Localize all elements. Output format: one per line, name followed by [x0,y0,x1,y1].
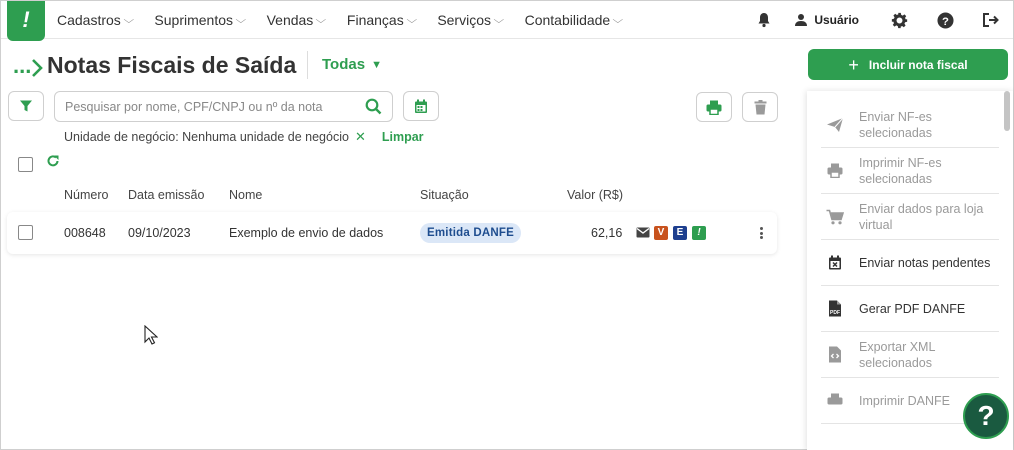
action-label: Enviar dados para loja virtual [859,201,984,232]
active-filter-bar: Unidade de negócio: Nenhuma unidade de n… [64,129,424,145]
floating-help-button[interactable]: ? [963,393,1009,439]
action-export-xml[interactable]: Exportar XML selecionados [821,332,999,378]
search-input[interactable] [65,98,355,116]
print-button[interactable] [696,92,732,122]
refresh-icon[interactable] [46,154,60,173]
dropdown-label: Todas [322,56,366,73]
clear-filters-link[interactable]: Limpar [382,130,424,144]
filter-button[interactable] [8,91,44,121]
column-header-numero[interactable]: Número [64,188,108,202]
situation-filter-dropdown[interactable]: Todas ▼ [322,56,382,73]
send-icon [825,115,845,135]
breadcrumb[interactable]: ... [13,53,31,79]
action-label: Enviar NF-es selecionadas [859,109,932,140]
action-label: Exportar XML selecionados [859,339,935,370]
main-menu: Cadastros ⌵ Suprimentos ⌵ Vendas ⌵ Finanças… [57,1,644,39]
menu-label: Contabilidade [524,12,611,28]
status-badge: Emitida DANFE [420,223,521,243]
marker-v-icon[interactable]: V [654,226,668,240]
cell-valor: 62,16 [591,226,623,240]
app-logo[interactable]: ! [7,1,45,41]
trash-icon [754,99,766,114]
cell-nome: Exemplo de envio de dados [229,226,384,240]
calendar-x-icon [825,253,845,273]
action-generate-pdf[interactable]: PDF Gerar PDF DANFE [821,286,999,332]
menu-suprimentos[interactable]: Suprimentos ⌵ [154,12,247,28]
action-label: Imprimir DANFE [859,393,950,408]
mouse-cursor-icon [144,324,159,350]
row-checkbox[interactable] [18,225,33,240]
action-send-store[interactable]: Enviar dados para loja virtual [821,194,999,240]
delete-button[interactable] [742,92,778,122]
menu-servicos[interactable]: Serviços ⌵ [437,12,505,28]
menu-label: Cadastros [57,12,121,28]
remove-filter-icon[interactable]: ✕ [355,129,366,145]
chevron-down-icon: ⌵ [315,14,327,26]
chevron-down-icon: ⌵ [493,14,505,26]
top-navbar: ! Cadastros ⌵ Suprimentos ⌵ Vendas ⌵ Finanç… [1,1,1013,41]
row-more-options-icon[interactable] [756,225,766,241]
cell-data-emissao: 09/10/2023 [128,226,191,240]
action-label: Imprimir NF-es selecionadas [859,155,942,186]
gear-icon[interactable] [889,10,909,30]
top-actions: Usuário ? [754,1,1013,39]
add-invoice-button[interactable]: + Incluir nota fiscal [808,49,1008,80]
action-label: Enviar notas pendentes [859,255,991,270]
printer-icon [825,161,845,181]
active-filter-text: Unidade de negócio: Nenhuma unidade de n… [64,130,349,144]
user-icon [795,14,808,26]
plus-icon: + [848,54,859,75]
menu-label: Suprimentos [154,12,233,28]
printer-icon [825,391,845,411]
svg-text:PDF: PDF [830,310,840,316]
column-header-nome[interactable]: Nome [229,188,262,202]
action-print-nfe[interactable]: Imprimir NF-es selecionadas [821,148,999,194]
add-invoice-label: Incluir nota fiscal [868,57,968,72]
chevron-down-icon: ⌵ [406,14,417,26]
code-file-icon [825,345,845,365]
calendar-icon [415,99,427,113]
menu-contabilidade[interactable]: Contabilidade ⌵ [524,12,624,28]
action-send-pending[interactable]: Enviar notas pendentes [821,240,999,286]
svg-text:?: ? [942,15,949,27]
menu-label: Vendas [266,12,314,28]
page-title: Notas Fiscais de Saída [47,52,297,78]
printer-icon [706,100,722,115]
title-divider [307,51,308,79]
menu-cadastros[interactable]: Cadastros ⌵ [57,12,134,28]
cell-numero: 008648 [64,226,106,240]
marker-e-icon[interactable]: E [673,226,687,240]
menu-vendas[interactable]: Vendas ⌵ [266,12,327,28]
cart-icon [825,207,845,227]
column-header-data-emissao[interactable]: Data emissão [128,188,204,202]
breadcrumb-chevron-icon [31,53,43,85]
logout-icon[interactable] [981,10,1001,30]
user-menu[interactable]: Usuário [794,13,859,27]
chevron-down-icon: ⌵ [235,14,247,26]
chevron-down-icon: ⌵ [612,14,624,26]
marker-alert-icon[interactable]: ! [692,226,706,240]
search-box [54,91,393,122]
panel-scrollbar[interactable] [1004,91,1010,131]
user-name: Usuário [814,13,859,27]
column-header-valor[interactable]: Valor (R$) [567,188,623,202]
menu-financas[interactable]: Finanças ⌵ [346,12,417,28]
pdf-file-icon: PDF [825,299,845,319]
search-icon[interactable] [365,98,382,120]
funnel-icon [20,100,32,112]
column-header-situacao[interactable]: Situação [420,188,469,202]
select-all-checkbox[interactable] [18,157,33,172]
date-filter-button[interactable] [403,91,439,121]
action-label: Gerar PDF DANFE [859,301,966,316]
chevron-down-icon: ⌵ [123,14,134,26]
bell-icon[interactable] [754,10,774,30]
envelope-icon[interactable] [636,227,650,239]
menu-label: Finanças [346,12,404,28]
menu-label: Serviços [437,12,491,28]
help-circle-icon[interactable]: ? [935,10,955,30]
caret-down-icon: ▼ [371,58,382,71]
action-send-nfe[interactable]: Enviar NF-es selecionadas [821,102,999,148]
